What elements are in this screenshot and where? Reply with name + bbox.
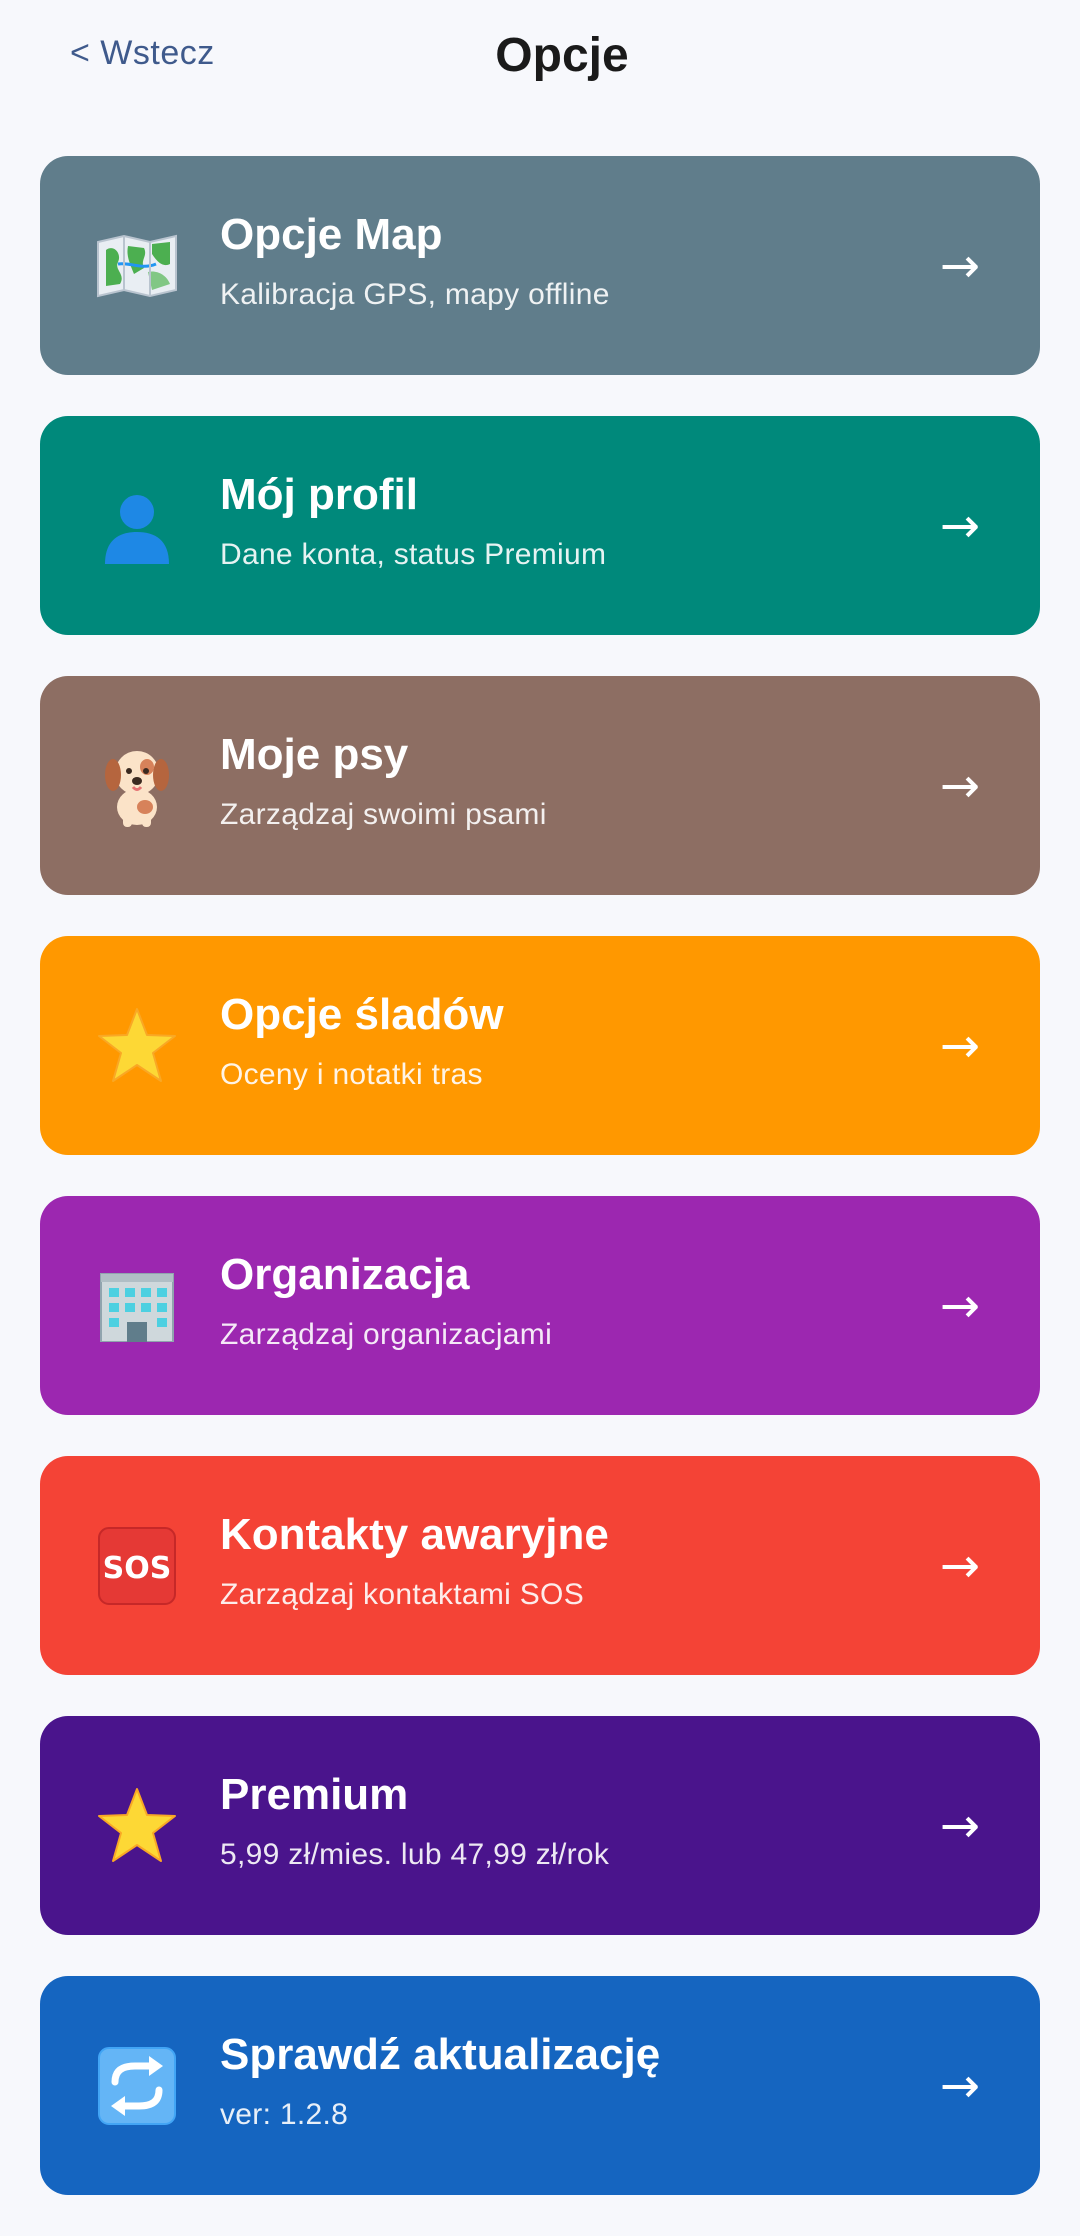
menu-item-title: Mój profil <box>220 470 418 519</box>
menu-item-title: Moje psy <box>220 730 409 779</box>
map-icon <box>92 156 182 375</box>
menu-item-subtitle: Zarządzaj swoimi psami <box>220 798 547 831</box>
menu-item-title: Premium <box>220 1770 409 1819</box>
menu-item-my-dogs[interactable]: Moje psy Zarządzaj swoimi psami → <box>40 676 1040 895</box>
arrow-right-icon: → <box>939 497 980 554</box>
user-icon <box>92 416 182 635</box>
arrow-right-icon: → <box>939 1537 980 1594</box>
menu-item-organization[interactable]: Organizacja Zarządzaj organizacjami → <box>40 1196 1040 1415</box>
refresh-icon <box>92 1976 182 2195</box>
svg-text:SOS: SOS <box>103 1551 172 1586</box>
menu-item-check-update[interactable]: Sprawdź aktualizację ver: 1.2.8 → <box>40 1976 1040 2195</box>
header-bar: < Wstecz Opcje <box>0 0 1080 112</box>
menu-item-title: Opcje Map <box>220 210 443 259</box>
menu-item-subtitle: Dane konta, status Premium <box>220 538 607 571</box>
menu-item-subtitle: Zarządzaj organizacjami <box>220 1318 553 1351</box>
star-icon <box>92 1716 182 1935</box>
menu-item-map-options[interactable]: Opcje Map Kalibracja GPS, mapy offline → <box>40 156 1040 375</box>
menu-item-subtitle: Zarządzaj kontaktami SOS <box>220 1578 585 1611</box>
menu-item-subtitle: ver: 1.2.8 <box>220 2098 349 2131</box>
arrow-right-icon: → <box>939 757 980 814</box>
menu-item-my-profile[interactable]: Mój profil Dane konta, status Premium → <box>40 416 1040 635</box>
arrow-right-icon: → <box>939 237 980 294</box>
menu-item-title: Sprawdź aktualizację <box>220 2030 661 2079</box>
arrow-right-icon: → <box>939 1017 980 1074</box>
menu-item-track-options[interactable]: Opcje śladów Oceny i notatki tras → <box>40 936 1040 1155</box>
menu-item-subtitle: Oceny i notatki tras <box>220 1058 483 1091</box>
menu-item-emergency-contacts[interactable]: SOS Kontakty awaryjne Zarządzaj kontakta… <box>40 1456 1040 1675</box>
menu-item-title: Opcje śladów <box>220 990 504 1039</box>
menu-item-subtitle: Kalibracja GPS, mapy offline <box>220 278 610 311</box>
star-icon <box>92 936 182 1155</box>
arrow-right-icon: → <box>939 2057 980 2114</box>
office-building-icon <box>92 1196 182 1415</box>
options-list: Opcje Map Kalibracja GPS, mapy offline →… <box>40 156 1040 2236</box>
menu-item-subtitle: 5,99 zł/mies. lub 47,99 zł/rok <box>220 1838 610 1871</box>
arrow-right-icon: → <box>939 1277 980 1334</box>
menu-item-title: Organizacja <box>220 1250 470 1299</box>
dog-icon <box>92 676 182 895</box>
page-title: Opcje <box>495 29 629 82</box>
sos-icon: SOS <box>92 1456 182 1675</box>
menu-item-title: Kontakty awaryjne <box>220 1510 609 1559</box>
menu-item-premium[interactable]: Premium 5,99 zł/mies. lub 47,99 zł/rok → <box>40 1716 1040 1935</box>
arrow-right-icon: → <box>939 1797 980 1854</box>
